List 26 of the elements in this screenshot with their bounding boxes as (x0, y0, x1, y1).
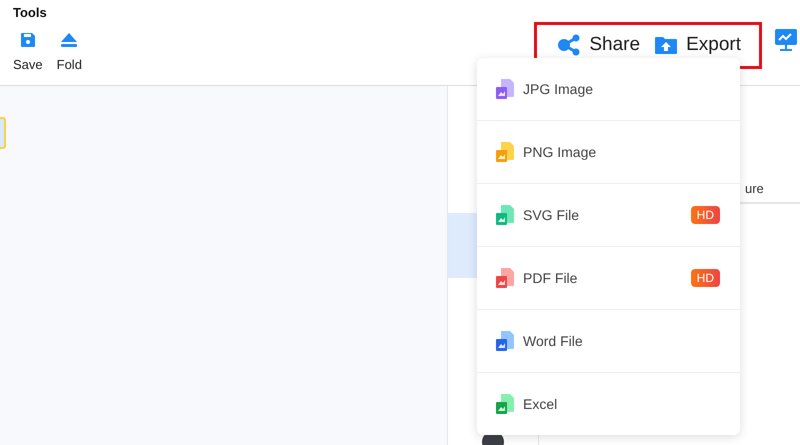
word-file-icon (495, 330, 515, 352)
pdf-file-icon (495, 267, 515, 289)
save-button[interactable]: Save (10, 29, 46, 74)
share-icon (557, 34, 582, 56)
image-file-icon (495, 78, 515, 100)
share-button[interactable]: Share (557, 34, 640, 56)
vector-file-icon (495, 204, 515, 226)
hd-badge: HD (690, 206, 720, 224)
folder-upload-icon (654, 35, 678, 55)
menu-item[interactable]: PNG Image (477, 121, 740, 184)
menu-item[interactable]: Excel (477, 373, 740, 435)
eject-icon (59, 31, 80, 49)
menu-item[interactable]: SVG File HD (477, 184, 740, 247)
fold-button[interactable]: Fold (54, 29, 85, 74)
image-file-icon (495, 141, 515, 163)
hd-badge: HD (690, 269, 720, 287)
presentation-icon[interactable] (774, 28, 798, 52)
save-icon (18, 31, 37, 49)
selected-row (448, 213, 478, 278)
menu-item[interactable]: JPG Image (477, 58, 740, 121)
menu-item[interactable]: Word File (477, 310, 740, 373)
excel-file-icon (495, 393, 515, 415)
toolbar-title: Tools (13, 5, 48, 20)
menu-item[interactable]: PDF File HD (477, 247, 740, 310)
tab-label[interactable]: ure (745, 181, 764, 196)
export-button[interactable]: Export (654, 34, 741, 56)
